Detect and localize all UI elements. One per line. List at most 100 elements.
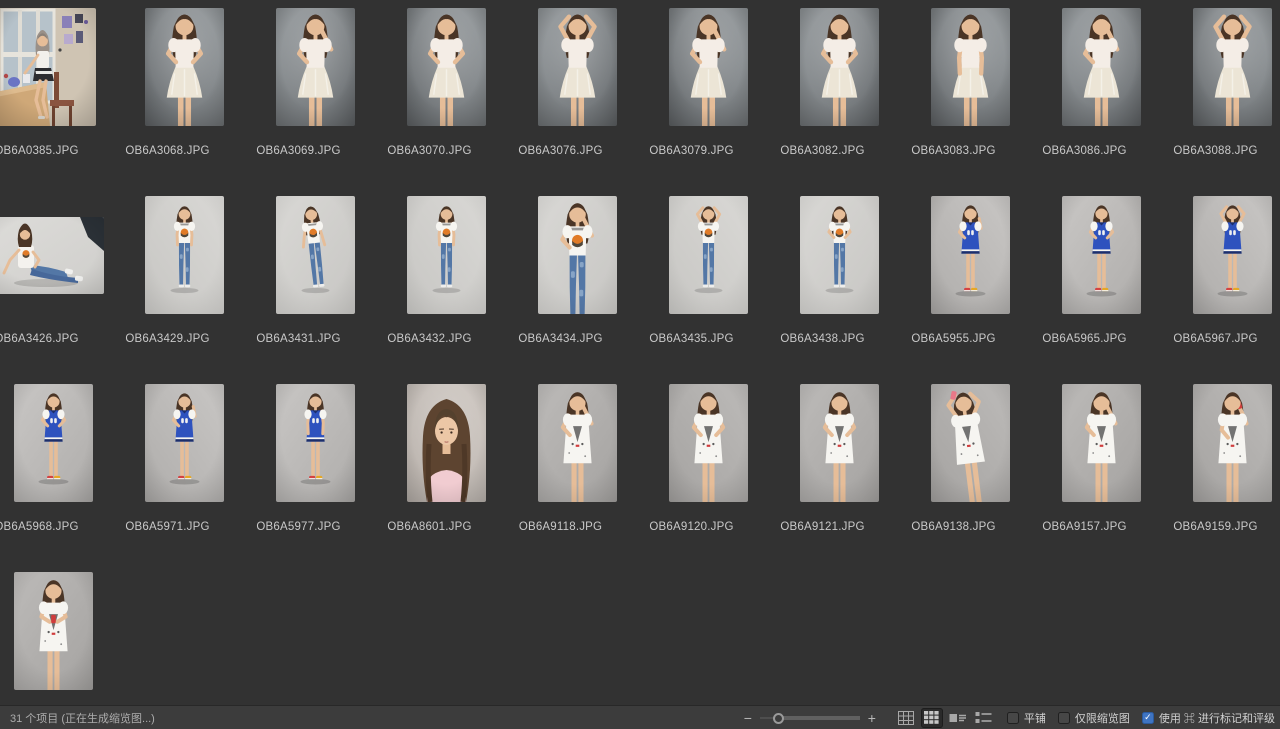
photo-filename: OB6A5977.JPG — [256, 521, 340, 533]
photo-item[interactable]: OB6A9120.JPG — [643, 384, 774, 564]
grid-view-button[interactable] — [895, 708, 917, 728]
photo-thumbnail[interactable] — [669, 196, 748, 314]
photo-thumbnail[interactable] — [1062, 384, 1141, 502]
photo-thumbnail[interactable] — [800, 196, 879, 314]
unchecked-checkbox-icon[interactable] — [1007, 712, 1019, 724]
photo-item[interactable]: OB6A0385.JPG — [0, 8, 119, 188]
photo-item[interactable]: OB6A5968.JPG — [0, 384, 119, 564]
photo-thumbnail[interactable] — [931, 196, 1010, 314]
thumbnail-view-button[interactable] — [921, 708, 943, 728]
photo-thumbnail[interactable] — [407, 196, 486, 314]
photo-item[interactable]: OB6A3434.JPG — [512, 196, 643, 376]
photo-item[interactable]: OB6A5967.JPG — [1167, 196, 1280, 376]
checkbox-2[interactable]: ✓ 使用 ⌘ 进行标记和评级 — [1142, 710, 1275, 726]
photo-thumbnail[interactable] — [1062, 196, 1141, 314]
photo-image — [276, 196, 355, 314]
photo-image — [407, 384, 486, 502]
photo-item[interactable]: OB6A3432.JPG — [381, 196, 512, 376]
photo-thumbnail[interactable] — [538, 196, 617, 314]
photo-thumbnail[interactable] — [538, 8, 617, 126]
photo-item[interactable]: OB6A3426.JPG — [0, 196, 119, 376]
photo-item[interactable]: OB6A3082.JPG — [774, 8, 905, 188]
photo-item[interactable]: OB6A3435.JPG — [643, 196, 774, 376]
zoom-in-button[interactable]: + — [865, 711, 879, 725]
photo-item[interactable]: OB6A3088.JPG — [1167, 8, 1280, 188]
photo-item[interactable]: OB6A3431.JPG — [250, 196, 381, 376]
photo-thumbnail[interactable] — [276, 196, 355, 314]
photo-thumbnail[interactable] — [0, 8, 96, 126]
photo-thumbnail[interactable] — [1193, 196, 1272, 314]
photo-image — [800, 384, 879, 502]
photo-thumbnail[interactable] — [669, 8, 748, 126]
photo-item[interactable]: OB6A5965.JPG — [1036, 196, 1167, 376]
photo-item[interactable]: OB6A3438.JPG — [774, 196, 905, 376]
photo-item[interactable]: OB6A3079.JPG — [643, 8, 774, 188]
photo-filename: OB6A9120.JPG — [649, 521, 733, 533]
checked-checkbox-icon[interactable]: ✓ — [1142, 712, 1154, 724]
checkbox-label[interactable]: 平铺 — [1024, 710, 1046, 726]
photo-thumbnail[interactable] — [1193, 8, 1272, 126]
photo-thumbnail[interactable] — [1193, 384, 1272, 502]
photo-item[interactable]: OB6A9121.JPG — [774, 384, 905, 564]
photo-item[interactable]: OB6A3429.JPG — [119, 196, 250, 376]
unchecked-checkbox-icon[interactable] — [1058, 712, 1070, 724]
zoom-out-button[interactable]: − — [741, 711, 755, 725]
photo-filename: OB6A3068.JPG — [125, 145, 209, 157]
photo-item[interactable]: OB6A3083.JPG — [905, 8, 1036, 188]
photo-thumbnail[interactable] — [931, 8, 1010, 126]
thumbnail-size-slider[interactable] — [760, 711, 860, 725]
checkbox-label[interactable]: 使用 ⌘ 进行标记和评级 — [1159, 710, 1275, 726]
photo-filename: OB6A9121.JPG — [780, 521, 864, 533]
photo-item[interactable]: OB6A3086.JPG — [1036, 8, 1167, 188]
photo-image — [276, 8, 355, 126]
thumbnail-row: OB6A3426.JPG OB6A3429.JPG OB6A3431.JPG O… — [0, 188, 1280, 376]
photo-thumbnail[interactable] — [145, 384, 224, 502]
photo-thumbnail[interactable] — [276, 8, 355, 126]
photo-image — [145, 196, 224, 314]
list-view-button[interactable] — [973, 708, 995, 728]
photo-filename: OB6A9138.JPG — [911, 521, 995, 533]
thumbnail-grid: OB6A0385.JPG OB6A3068.JPG OB6A3069.JPG O… — [0, 0, 1280, 729]
item-count-status: 31 个项目 (正在生成缩览图...) — [0, 710, 155, 726]
photo-item[interactable]: OB6A8601.JPG — [381, 384, 512, 564]
photo-thumbnail[interactable] — [800, 8, 879, 126]
photo-filename: OB6A3082.JPG — [780, 145, 864, 157]
photo-item[interactable]: OB6A3076.JPG — [512, 8, 643, 188]
photo-filename: OB6A3426.JPG — [0, 333, 79, 345]
photo-filename: OB6A5955.JPG — [911, 333, 995, 345]
photo-item[interactable]: OB6A9138.JPG — [905, 384, 1036, 564]
photo-image — [669, 196, 748, 314]
photo-image — [538, 196, 617, 314]
photo-item[interactable]: OB6A5971.JPG — [119, 384, 250, 564]
photo-thumbnail[interactable] — [800, 384, 879, 502]
photo-image — [1062, 384, 1141, 502]
details-view-button[interactable] — [947, 708, 969, 728]
photo-filename: OB6A3429.JPG — [125, 333, 209, 345]
photo-filename: OB6A3438.JPG — [780, 333, 864, 345]
photo-item[interactable]: OB6A9118.JPG — [512, 384, 643, 564]
photo-item[interactable]: OB6A9159.JPG — [1167, 384, 1280, 564]
photo-thumbnail[interactable] — [538, 384, 617, 502]
photo-thumbnail[interactable] — [145, 196, 224, 314]
photo-thumbnail[interactable] — [669, 384, 748, 502]
photo-thumbnail[interactable] — [1062, 8, 1141, 126]
photo-thumbnail[interactable] — [14, 572, 93, 690]
photo-image — [1062, 8, 1141, 126]
photo-thumbnail[interactable] — [276, 384, 355, 502]
photo-thumbnail[interactable] — [931, 384, 1010, 502]
photo-item[interactable]: OB6A3069.JPG — [250, 8, 381, 188]
photo-thumbnail[interactable] — [145, 8, 224, 126]
photo-item[interactable]: OB6A3070.JPG — [381, 8, 512, 188]
photo-thumbnail[interactable] — [14, 384, 93, 502]
slider-handle[interactable] — [773, 713, 784, 724]
photo-thumbnail[interactable] — [407, 384, 486, 502]
photo-item[interactable]: OB6A5977.JPG — [250, 384, 381, 564]
checkbox-0[interactable]: 平铺 — [1007, 710, 1046, 726]
photo-thumbnail[interactable] — [0, 196, 104, 314]
checkbox-label[interactable]: 仅限缩览图 — [1075, 710, 1130, 726]
photo-item[interactable]: OB6A5955.JPG — [905, 196, 1036, 376]
photo-item[interactable]: OB6A9157.JPG — [1036, 384, 1167, 564]
checkbox-1[interactable]: 仅限缩览图 — [1058, 710, 1130, 726]
photo-thumbnail[interactable] — [407, 8, 486, 126]
photo-item[interactable]: OB6A3068.JPG — [119, 8, 250, 188]
